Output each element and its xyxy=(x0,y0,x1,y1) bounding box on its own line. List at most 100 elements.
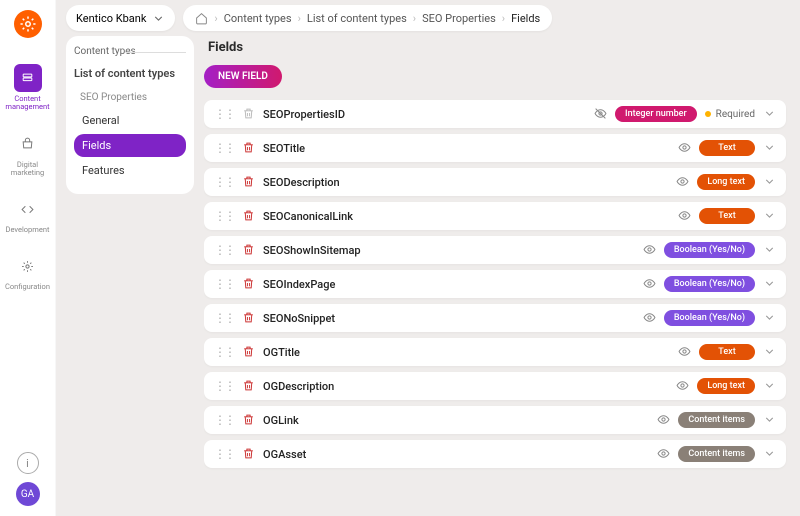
layers-icon xyxy=(14,64,42,92)
drag-handle-icon[interactable]: ⋮⋮ xyxy=(214,107,234,121)
delete-field-button[interactable] xyxy=(242,275,255,294)
drag-handle-icon[interactable]: ⋮⋮ xyxy=(214,311,234,325)
drag-handle-icon[interactable]: ⋮⋮ xyxy=(214,413,234,427)
expand-chevron-icon[interactable] xyxy=(763,173,776,192)
field-name: SEODescription xyxy=(263,176,340,189)
delete-field-button[interactable] xyxy=(242,173,255,192)
field-name: SEOShowInSitemap xyxy=(263,244,361,257)
delete-field-button[interactable] xyxy=(242,309,255,328)
drag-handle-icon[interactable]: ⋮⋮ xyxy=(214,243,234,257)
field-row[interactable]: ⋮⋮SEOTitleText xyxy=(204,134,786,162)
field-row[interactable]: ⋮⋮ SEOIndexPage Boolean (Yes/No) xyxy=(204,270,786,298)
datatype-badge: Text xyxy=(699,208,755,224)
field-name: SEONoSnippet xyxy=(263,312,335,325)
field-row[interactable]: ⋮⋮ OGDescription Long text xyxy=(204,372,786,400)
eye-icon[interactable] xyxy=(643,309,656,328)
datatype-badge: Long text xyxy=(697,174,755,190)
expand-chevron-icon[interactable] xyxy=(763,343,776,362)
sidebar-contenttype[interactable]: SEO Properties xyxy=(74,88,186,107)
page-title: Fields xyxy=(208,40,790,55)
field-row[interactable]: ⋮⋮SEOShowInSitemapBoolean (Yes/No) xyxy=(204,236,786,264)
drag-handle-icon[interactable]: ⋮⋮ xyxy=(214,379,234,393)
shop-icon xyxy=(14,130,42,158)
nav-item-configuration[interactable]: Configuration xyxy=(0,250,55,293)
eye-icon[interactable] xyxy=(676,173,689,192)
expand-chevron-icon[interactable] xyxy=(763,445,776,464)
eye-icon[interactable] xyxy=(678,207,691,226)
expand-chevron-icon[interactable] xyxy=(763,139,776,158)
datatype-badge: Long text xyxy=(697,378,755,394)
expand-chevron-icon[interactable] xyxy=(763,207,776,226)
eye-icon[interactable] xyxy=(657,445,670,464)
field-row[interactable]: ⋮⋮OGAssetContent items xyxy=(204,440,786,468)
expand-chevron-icon[interactable] xyxy=(763,241,776,260)
eye-icon[interactable] xyxy=(643,241,656,260)
datatype-badge: Text xyxy=(699,344,755,360)
content-pane: Fields NEW FIELD ⋮⋮SEOPropertiesIDIntege… xyxy=(204,36,790,506)
project-selector[interactable]: Kentico Kbank xyxy=(66,5,175,31)
delete-field-button[interactable] xyxy=(242,343,255,362)
delete-field-button[interactable] xyxy=(242,411,255,430)
drag-handle-icon[interactable]: ⋮⋮ xyxy=(214,209,234,223)
sidebar-item-general[interactable]: General xyxy=(74,109,186,132)
home-icon[interactable] xyxy=(195,12,208,25)
delete-field-button[interactable] xyxy=(242,377,255,396)
nav-item-digital-marketing[interactable]: Digital marketing xyxy=(0,128,55,180)
app-nav: Content management Digital marketing Devel… xyxy=(0,0,56,516)
user-avatar[interactable]: GA xyxy=(16,482,40,506)
breadcrumb-sep: › xyxy=(502,12,505,25)
sidebar-title: List of content types xyxy=(74,67,186,80)
eye-icon[interactable] xyxy=(678,343,691,362)
drag-handle-icon[interactable]: ⋮⋮ xyxy=(214,277,234,291)
field-row[interactable]: ⋮⋮OGTitleText xyxy=(204,338,786,366)
expand-chevron-icon[interactable] xyxy=(763,275,776,294)
eye-off-icon[interactable] xyxy=(594,105,607,124)
nav-label: Configuration xyxy=(5,283,50,291)
nav-item-content-management[interactable]: Content management xyxy=(0,62,55,114)
breadcrumb-item[interactable]: Content types xyxy=(224,12,292,25)
delete-field-button[interactable] xyxy=(242,207,255,226)
eye-icon[interactable] xyxy=(643,275,656,294)
drag-handle-icon[interactable]: ⋮⋮ xyxy=(214,141,234,155)
breadcrumb-item[interactable]: List of content types xyxy=(307,12,407,25)
delete-field-button[interactable] xyxy=(242,445,255,464)
info-button[interactable]: i xyxy=(17,452,39,474)
sidebar-item-features[interactable]: Features xyxy=(74,159,186,182)
expand-chevron-icon[interactable] xyxy=(763,105,776,124)
nav-item-development[interactable]: Development xyxy=(0,193,55,236)
expand-chevron-icon[interactable] xyxy=(763,309,776,328)
field-row[interactable]: ⋮⋮ SEONoSnippet Boolean (Yes/No) xyxy=(204,304,786,332)
drag-handle-icon[interactable]: ⋮⋮ xyxy=(214,447,234,461)
field-name: OGAsset xyxy=(263,448,306,461)
expand-chevron-icon[interactable] xyxy=(763,411,776,430)
drag-handle-icon[interactable]: ⋮⋮ xyxy=(214,175,234,189)
nav-label: Development xyxy=(6,226,50,234)
nav-label: Content management xyxy=(0,95,55,112)
breadcrumb-item[interactable]: SEO Properties xyxy=(422,12,496,25)
field-row[interactable]: ⋮⋮ SEODescription Long text xyxy=(204,168,786,196)
field-row[interactable]: ⋮⋮SEOPropertiesIDInteger numberRequired xyxy=(204,100,786,128)
field-row[interactable]: ⋮⋮SEOCanonicalLinkText xyxy=(204,202,786,230)
delete-field-button[interactable] xyxy=(242,139,255,158)
field-name: SEOIndexPage xyxy=(263,278,335,291)
sidebar-item-fields[interactable]: Fields xyxy=(74,134,186,157)
eye-icon[interactable] xyxy=(657,411,670,430)
app-logo[interactable] xyxy=(14,10,42,38)
expand-chevron-icon[interactable] xyxy=(763,377,776,396)
sidebar-category: Content types xyxy=(74,46,186,57)
breadcrumb-item-current: Fields xyxy=(511,12,540,25)
datatype-badge: Integer number xyxy=(615,106,697,122)
new-field-button[interactable]: NEW FIELD xyxy=(204,65,282,88)
delete-field-button[interactable] xyxy=(242,241,255,260)
datatype-badge: Boolean (Yes/No) xyxy=(664,310,755,326)
gear-icon xyxy=(14,252,42,280)
field-row[interactable]: ⋮⋮OGLinkContent items xyxy=(204,406,786,434)
eye-icon[interactable] xyxy=(676,377,689,396)
delete-field-button xyxy=(242,105,255,124)
datatype-badge: Boolean (Yes/No) xyxy=(664,276,755,292)
field-name: OGDescription xyxy=(263,380,334,393)
drag-handle-icon[interactable]: ⋮⋮ xyxy=(214,345,234,359)
eye-icon[interactable] xyxy=(678,139,691,158)
field-name: SEOTitle xyxy=(263,142,305,155)
field-list: ⋮⋮SEOPropertiesIDInteger numberRequired⋮… xyxy=(204,100,790,468)
